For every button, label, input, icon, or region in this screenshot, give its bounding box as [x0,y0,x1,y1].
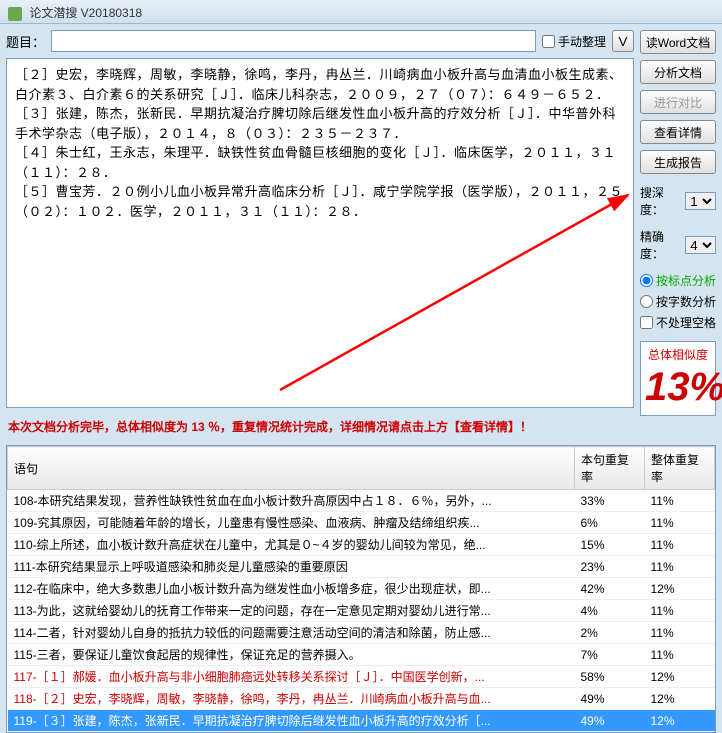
table-cell: 109-究其原因，可能随着年龄的增长，儿童患有慢性感染、血液病、肿瘤及结缔组织疾… [8,512,575,534]
table-row[interactable]: 117-［１］郝媛．血小板升高与非小细胞肺癌远处转移关系探讨［Ｊ］．中国医学创新… [8,666,715,688]
table-row[interactable]: 108-本研究结果发现，营养性缺铁性贫血在血小板计数升高原因中占１８．６％，另外… [8,490,715,512]
radio-punct-input[interactable] [640,274,653,287]
text-panel: ［２］史宏，李晓辉，周敏，李晓静，徐鸣，李丹，冉丛兰．川崎病血小板升高与血清血小… [6,58,634,408]
summary-line: 本次文档分析完毕，总体相似度为 13 ％，重复情况统计完成，详细情况请点击上方【… [6,414,634,439]
table-cell: 42% [575,578,645,600]
table-cell: 11% [645,600,715,622]
table-cell: 33% [575,490,645,512]
manual-checkbox[interactable] [542,35,555,48]
topic-row: 题目： 手动整理 V [6,30,634,52]
similarity-box: 总体相似度 13% [640,341,716,416]
similarity-label: 总体相似度 [645,346,711,363]
table-cell: 117-［１］郝媛．血小板升高与非小细胞肺癌远处转移关系探讨［Ｊ］．中国医学创新… [8,666,575,688]
topic-label: 题目： [6,32,45,51]
table-cell: 113-为此，这就给婴幼儿的抚育工作带来一定的问题，存在一定意见定期对婴幼儿进行… [8,600,575,622]
col-sentence[interactable]: 语句 [8,447,575,490]
table-cell: 6% [575,512,645,534]
table-row[interactable]: 115-三者，要保证儿童饮食起居的规律性，保证充足的营养摄入。7%11% [8,644,715,666]
app-icon [8,7,22,21]
table-cell: 12% [645,688,715,710]
results-table-wrap: 语句 本句重复率 整体重复率 108-本研究结果发现，营养性缺铁性贫血在血小板计… [6,445,716,733]
report-button[interactable]: 生成报告 [640,150,716,174]
chk-nospace[interactable]: 不处理空格 [640,314,716,331]
radio-group: 按标点分析 按字数分析 不处理空格 [640,272,716,331]
table-cell: 112-在临床中，绝大多数患儿血小板计数升高为继发性血小板增多症，很少出现症状，… [8,578,575,600]
table-row[interactable]: 118-［２］史宏，李晓辉，周敏，李晓静，徐鸣，李丹，冉丛兰．川崎病血小板升高与… [8,688,715,710]
table-cell: 11% [645,512,715,534]
table-cell: 7% [575,644,645,666]
table-row[interactable]: 112-在临床中，绝大多数患儿血小板计数升高为继发性血小板增多症，很少出现症状，… [8,578,715,600]
table-cell: 12% [645,578,715,600]
table-cell: 58% [575,666,645,688]
ref-line: ［３］张建，陈杰，张新民．早期抗凝治疗脾切除后继发性血小板升高的疗效分析［Ｊ］．… [15,104,625,143]
col-overall-rate[interactable]: 整体重复率 [645,447,715,490]
table-cell: 12% [645,710,715,732]
accuracy-label: 精确度： [640,228,683,262]
manual-check[interactable]: 手动整理 [542,33,606,50]
v-button[interactable]: V [612,30,634,52]
ref-line: ［４］朱士红，王永志，朱理平．缺铁性贫血骨髓巨核细胞的变化［Ｊ］．临床医学，２０… [15,143,625,182]
topic-input[interactable] [51,30,536,52]
similarity-value: 13% [645,363,711,411]
chk-nospace-input[interactable] [640,316,653,329]
depth-select[interactable]: 1 [685,192,716,210]
accuracy-select[interactable]: 4 [685,236,716,254]
app-title: 论文潜搜 V20180318 [29,6,142,20]
table-row[interactable]: 109-究其原因，可能随着年龄的增长，儿童患有慢性感染、血液病、肿瘤及结缔组织疾… [8,512,715,534]
table-cell: 15% [575,534,645,556]
table-cell: 108-本研究结果发现，营养性缺铁性贫血在血小板计数升高原因中占１８．６％，另外… [8,490,575,512]
depth-row: 搜深度： 1 [640,184,716,218]
table-row[interactable]: 111-本研究结果显示上呼吸道感染和肺炎是儿童感染的重要原因23%11% [8,556,715,578]
table-row[interactable]: 119-［３］张建，陈杰，张新民．早期抗凝治疗脾切除后继发性血小板升高的疗效分析… [8,710,715,732]
details-button[interactable]: 查看详情 [640,120,716,144]
radio-punct[interactable]: 按标点分析 [640,272,716,289]
titlebar: 论文潜搜 V20180318 [0,0,722,24]
radio-wordcount[interactable]: 按字数分析 [640,293,716,310]
table-cell: 11% [645,534,715,556]
table-cell: 115-三者，要保证儿童饮食起居的规律性，保证充足的营养摄入。 [8,644,575,666]
compare-button[interactable]: 进行对比 [640,90,716,114]
results-table: 语句 本句重复率 整体重复率 108-本研究结果发现，营养性缺铁性贫血在血小板计… [7,446,715,732]
table-cell: 11% [645,490,715,512]
table-cell: 12% [645,666,715,688]
table-row[interactable]: 113-为此，这就给婴幼儿的抚育工作带来一定的问题，存在一定意见定期对婴幼儿进行… [8,600,715,622]
table-row[interactable]: 110-综上所述，血小板计数升高症状在儿童中，尤其是０~４岁的婴幼儿间较为常见，… [8,534,715,556]
table-cell: 23% [575,556,645,578]
depth-label: 搜深度： [640,184,683,218]
radio-wordcount-input[interactable] [640,295,653,308]
table-cell: 110-综上所述，血小板计数升高症状在儿童中，尤其是０~４岁的婴幼儿间较为常见，… [8,534,575,556]
read-word-button[interactable]: 读Word文档 [640,30,716,54]
table-cell: 118-［２］史宏，李晓辉，周敏，李晓静，徐鸣，李丹，冉丛兰．川崎病血小板升高与… [8,688,575,710]
table-cell: 119-［３］张建，陈杰，张新民．早期抗凝治疗脾切除后继发性血小板升高的疗效分析… [8,710,575,732]
table-cell: 49% [575,710,645,732]
col-sentence-rate[interactable]: 本句重复率 [575,447,645,490]
ref-line: ［５］曹宝芳．２０例小儿血小板异常升高临床分析［Ｊ］．咸宁学院学报（医学版），２… [15,182,625,221]
ref-line: ［２］史宏，李晓辉，周敏，李晓静，徐鸣，李丹，冉丛兰．川崎病血小板升高与血清血小… [15,65,625,104]
table-cell: 111-本研究结果显示上呼吸道感染和肺炎是儿童感染的重要原因 [8,556,575,578]
accuracy-row: 精确度： 4 [640,228,716,262]
manual-label: 手动整理 [558,33,606,50]
table-cell: 4% [575,600,645,622]
table-cell: 49% [575,688,645,710]
table-cell: 11% [645,556,715,578]
table-cell: 11% [645,644,715,666]
analyze-button[interactable]: 分析文档 [640,60,716,84]
